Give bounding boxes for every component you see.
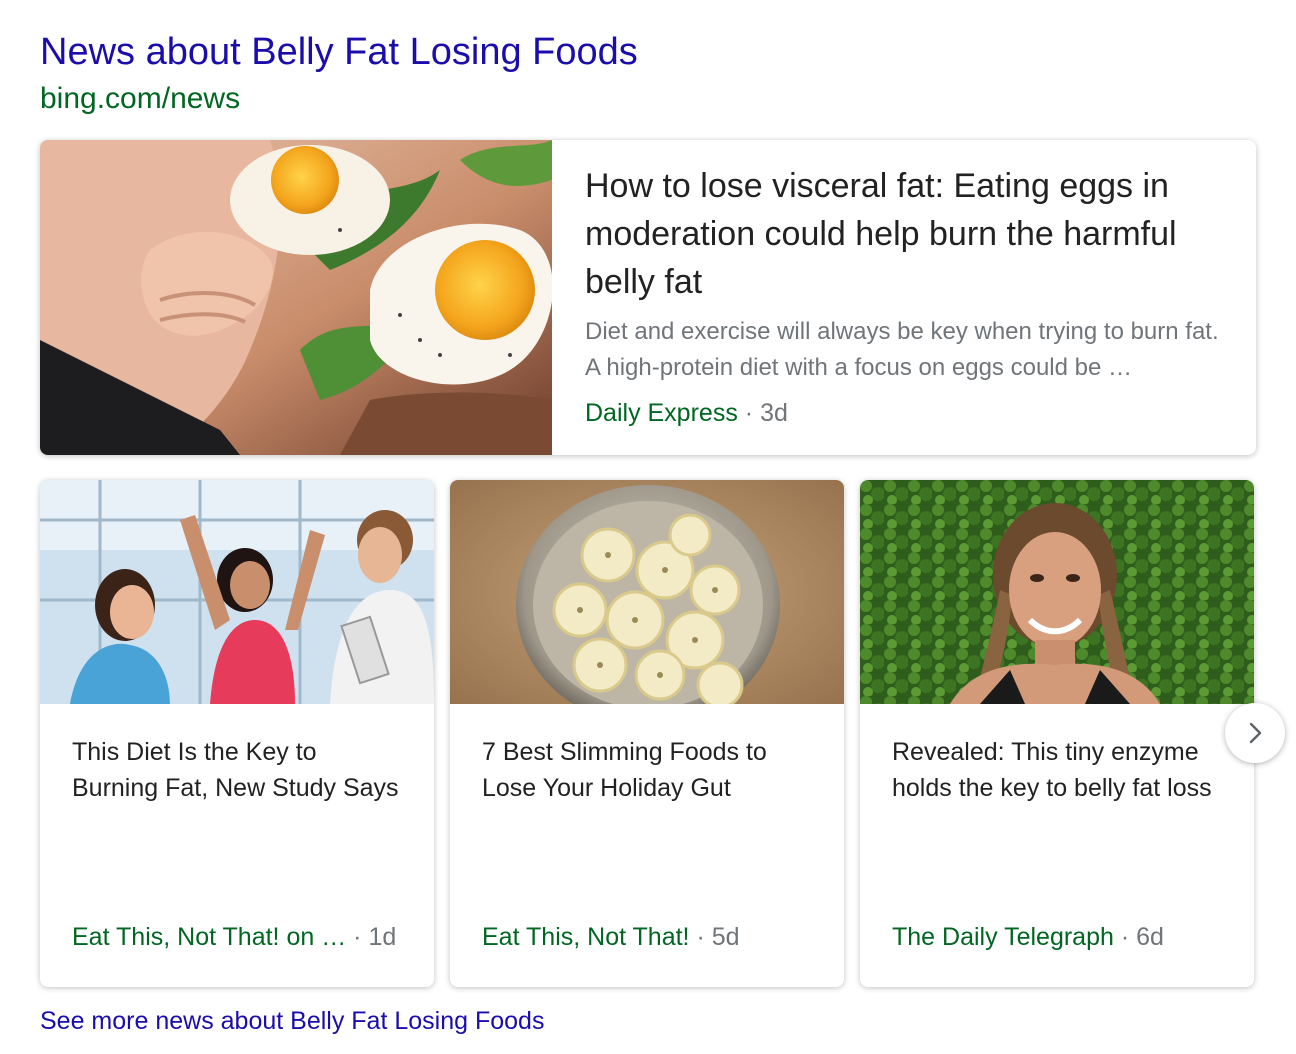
story-card-3[interactable]: Revealed: This tiny enzyme holds the key… (860, 480, 1254, 987)
story-2-source: Eat This, Not That! (482, 923, 690, 951)
top-story-meta: Daily Express · 3d (585, 398, 788, 428)
chevron-right-icon (1243, 721, 1267, 745)
meta-separator: · (696, 923, 705, 951)
story-1-meta: Eat This, Not That! on … · 1d (72, 922, 396, 952)
top-story-headline[interactable]: How to lose visceral fat: Eating eggs in… (585, 162, 1235, 306)
meta-separator: · (1120, 923, 1130, 951)
meta-separator: · (353, 923, 362, 951)
carousel-next-button[interactable] (1225, 703, 1285, 763)
story-3-source: The Daily Telegraph (892, 923, 1114, 951)
top-story-age: 3d (760, 399, 788, 427)
story-2-age: 5d (711, 923, 740, 951)
story-2-meta: Eat This, Not That! · 5d (482, 922, 740, 952)
banana-bowl-photo (450, 480, 844, 704)
fitness-group-photo (40, 480, 434, 704)
story-card-1[interactable]: This Diet Is the Key to Burning Fat, New… (40, 480, 434, 987)
news-section-source: bing.com/news (40, 82, 241, 115)
see-more-news-link[interactable]: See more news about Belly Fat Losing Foo… (40, 1004, 544, 1038)
top-story-source: Daily Express (585, 399, 738, 427)
story-3-age: 6d (1136, 923, 1164, 951)
story-3-meta: The Daily Telegraph · 6d (892, 922, 1164, 952)
news-results-page: News about Belly Fat Losing Foods bing.c… (0, 0, 1296, 1054)
story-3-headline[interactable]: Revealed: This tiny enzyme holds the key… (892, 734, 1227, 806)
story-2-headline[interactable]: 7 Best Slimming Foods to Lose Your Holid… (482, 734, 817, 806)
top-story-card[interactable]: How to lose visceral fat: Eating eggs in… (40, 140, 1256, 455)
eggs-belly-photo (40, 140, 552, 455)
woman-portrait-photo (860, 480, 1254, 704)
news-section-title[interactable]: News about Belly Fat Losing Foods (40, 28, 638, 76)
top-story-snippet: Diet and exercise will always be key whe… (585, 318, 1219, 381)
story-1-source: Eat This, Not That! on … (72, 923, 347, 951)
story-1-headline[interactable]: This Diet Is the Key to Burning Fat, New… (72, 734, 407, 806)
story-card-2[interactable]: 7 Best Slimming Foods to Lose Your Holid… (450, 480, 844, 987)
story-1-age: 1d (368, 923, 397, 951)
meta-separator: · (744, 399, 754, 427)
